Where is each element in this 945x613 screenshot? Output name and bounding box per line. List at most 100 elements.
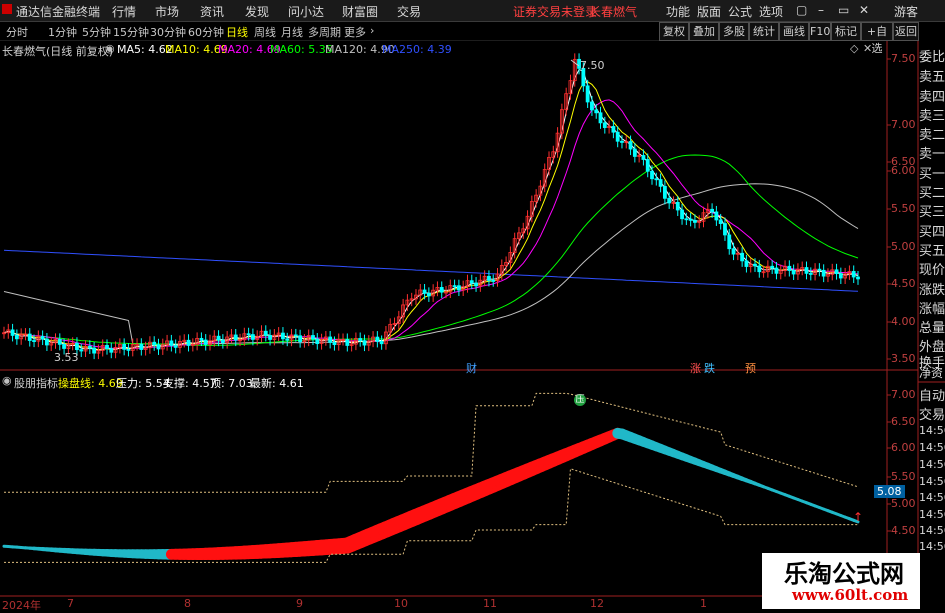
menu-layout[interactable]: 版面 [697, 3, 721, 20]
trade-time: 14:56 [919, 491, 945, 504]
menu-options[interactable]: 选项 [759, 3, 783, 20]
chart-diamond-icon[interactable]: ◇ [850, 42, 858, 55]
trade-time: 14:56 [919, 458, 945, 471]
chart-canvas[interactable] [0, 0, 945, 609]
tab-daily[interactable]: 日线 [226, 24, 248, 40]
date-axis-label: 9 [296, 597, 303, 610]
candle-body [590, 102, 593, 110]
menu-quote[interactable]: 行情 [112, 3, 136, 20]
sub-legend-operate: 操盘线: 4.69 [58, 375, 123, 391]
candle-body [299, 336, 302, 342]
tab-60min[interactable]: 60分钟 [188, 24, 224, 40]
up-arrow-icon: ↑ [853, 510, 863, 524]
candle-body [771, 266, 774, 268]
quote-field: 买三 [919, 201, 945, 220]
trade-login-notice[interactable]: 证券交易未登录 [513, 3, 597, 20]
candle-body [620, 141, 623, 142]
fall-tag[interactable]: 跌 [704, 360, 715, 376]
tab-more[interactable]: 更多 [344, 24, 366, 40]
auto-trade-label[interactable]: 自动 [919, 385, 945, 404]
candle-body [11, 330, 14, 336]
candle-body [719, 220, 722, 224]
ma20-line [4, 100, 858, 349]
candle-body [311, 335, 314, 339]
toolbar-mark-button[interactable]: 标记 [831, 22, 861, 41]
quote-field: 买五 [919, 240, 945, 259]
menu-trade[interactable]: 交易 [397, 3, 421, 20]
legend-dropdown-icon[interactable]: ◉ [105, 42, 115, 55]
finance-tag[interactable]: 财 [466, 360, 477, 376]
price-axis-label: 3.50 [891, 352, 916, 365]
candle-body [663, 186, 666, 198]
rise-tag[interactable]: 涨 [690, 360, 701, 376]
candle-body [818, 269, 821, 270]
low-price-label: 3.53 [54, 351, 79, 364]
menu-news[interactable]: 资讯 [200, 3, 224, 20]
toolbar-stats-button[interactable]: 统计 [749, 22, 779, 41]
candle-body [221, 340, 224, 342]
tab-30min[interactable]: 30分钟 [150, 24, 186, 40]
window-restore-icon[interactable]: ▭ [838, 3, 849, 17]
candle-body [123, 344, 126, 349]
quote-field: 总量 [919, 317, 945, 336]
window-dash-icon[interactable]: – [818, 3, 824, 17]
candle-body [475, 283, 478, 286]
candle-body [153, 342, 156, 345]
sub-axis-label: 6.50 [891, 415, 916, 428]
tab-multi-period[interactable]: 多周期 [308, 24, 341, 40]
toolbar-f10-button[interactable]: F10 [809, 22, 831, 41]
candle-body [427, 293, 430, 296]
toolbar-multistock-button[interactable]: 多股 [719, 22, 749, 41]
tab-monthly[interactable]: 月线 [281, 24, 303, 40]
chevron-right-icon[interactable]: › [370, 24, 374, 37]
candle-body [88, 346, 91, 348]
candle-body [603, 123, 606, 128]
toolbar-overlay-button[interactable]: 叠加 [689, 22, 719, 41]
guest-label[interactable]: 游客 [894, 3, 918, 20]
toolbar-adjust-button[interactable]: 复权 [659, 22, 689, 41]
toolbar-draw-button[interactable]: 画线 [779, 22, 809, 41]
tab-weekly[interactable]: 周线 [254, 24, 276, 40]
candle-body [58, 339, 61, 344]
sub-current-value-badge: 5.08 [874, 485, 905, 498]
quote-field: 买一 [919, 163, 945, 182]
candle-body [234, 335, 237, 340]
toolbar-back-button[interactable]: 返回 [893, 22, 919, 41]
window-close-icon[interactable]: ✕ [859, 3, 869, 17]
forecast-tag[interactable]: 预 [745, 360, 756, 376]
sub-axis-label: 4.50 [891, 524, 916, 537]
menu-ask[interactable]: 问小达 [288, 3, 324, 20]
date-axis-label: 7 [67, 597, 74, 610]
trade-time: 14:56 [919, 508, 945, 521]
price-axis-label: 4.00 [891, 315, 916, 328]
current-stock-name: 长春燃气 [589, 3, 637, 20]
quote-field: 卖二 [919, 124, 945, 143]
menu-formula[interactable]: 公式 [728, 3, 752, 20]
sub-dropdown-icon[interactable]: ◉ [2, 374, 12, 387]
candle-body [269, 335, 272, 339]
chart-close-icon[interactable]: ✕ [863, 42, 872, 55]
toolbar-add-watchlist-button[interactable]: +自选 [861, 22, 893, 41]
tab-1min[interactable]: 1分钟 [48, 24, 77, 40]
menu-discover[interactable]: 发现 [245, 3, 269, 20]
candle-body [187, 340, 190, 345]
candle-body [775, 268, 778, 273]
auto-trade-label-2[interactable]: 交易 [919, 404, 945, 423]
tab-timeshare[interactable]: 分时 [6, 24, 28, 40]
candle-body [105, 345, 108, 348]
candle-body [668, 198, 671, 203]
candle-body [711, 209, 714, 212]
price-axis-label: 5.50 [891, 202, 916, 215]
candle-body [329, 337, 332, 342]
candle-body [33, 341, 36, 342]
menu-market[interactable]: 市场 [155, 3, 179, 20]
window-min-icon[interactable]: ▢ [796, 3, 807, 17]
tab-5min[interactable]: 5分钟 [82, 24, 111, 40]
candle-body [470, 281, 473, 283]
date-axis-label: 2024年 [2, 597, 41, 613]
candle-body [728, 235, 731, 249]
menu-function[interactable]: 功能 [666, 3, 690, 20]
tab-15min[interactable]: 15分钟 [113, 24, 149, 40]
menu-wealth[interactable]: 财富圈 [342, 3, 378, 20]
quote-field: 涨跌 [919, 279, 945, 298]
